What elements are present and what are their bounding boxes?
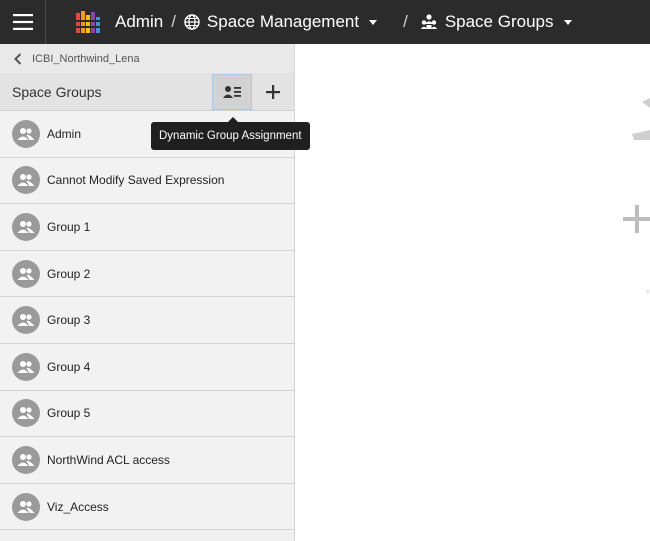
group-avatar-icon — [12, 119, 40, 148]
back-link-label: ICBI_Northwind_Lena — [32, 52, 140, 65]
tooltip-dynamic-group-assignment: Dynamic Group Assignment — [151, 117, 310, 150]
hamburger-menu-button[interactable] — [0, 0, 46, 44]
group-list-item[interactable]: Group 4 — [0, 343, 294, 391]
group-list-item[interactable]: Viz_Access — [0, 483, 294, 531]
space-groups-panel: ICBI_Northwind_Lena Space Groups Admin C… — [0, 44, 295, 541]
breadcrumb-space-management[interactable]: Space Management — [184, 12, 378, 32]
group-list-item[interactable]: Group 3 — [0, 297, 294, 344]
dynamic-assign-icon — [223, 85, 241, 98]
partial-decoration — [646, 290, 649, 293]
globe-icon — [184, 14, 200, 30]
group-avatar-icon — [12, 399, 40, 428]
breadcrumb-admin[interactable]: Admin — [115, 12, 163, 32]
group-avatar-icon — [12, 259, 40, 288]
back-to-space-link[interactable]: ICBI_Northwind_Lena — [0, 44, 294, 73]
panel-title: Space Groups — [12, 83, 102, 100]
tooltip-text: Dynamic Group Assignment — [159, 130, 302, 142]
group-list-item[interactable]: Group 1 — [0, 204, 294, 251]
breadcrumb-separator: / — [403, 12, 408, 31]
group-name: Group 4 — [47, 359, 91, 374]
dynamic-group-assignment-button[interactable] — [212, 73, 252, 110]
group-list-item[interactable]: Group 5 — [0, 390, 294, 438]
group-avatar-icon — [12, 306, 40, 335]
group-name: Group 3 — [47, 313, 91, 328]
group-avatar-icon — [12, 445, 40, 474]
chevron-down-icon — [369, 19, 378, 25]
plus-icon — [623, 205, 650, 233]
partial-illustration-icon — [632, 98, 650, 140]
group-list-item[interactable]: NorthWind ACL access — [0, 437, 294, 484]
panel-header: Space Groups — [0, 73, 294, 111]
group-list: Admin Cannot Modify Saved Expression Gro… — [0, 111, 294, 531]
group-name: Group 5 — [47, 406, 91, 421]
group-list-item[interactable]: Cannot Modify Saved Expression — [0, 157, 294, 205]
add-group-button[interactable] — [253, 74, 293, 110]
group-avatar-icon — [12, 492, 40, 521]
breadcrumb-admin-label: Admin — [115, 12, 164, 31]
breadcrumb-separator: / — [171, 12, 176, 31]
breadcrumb-space-groups-label: Space Groups — [444, 12, 554, 31]
group-list-item[interactable]: Group 2 — [0, 250, 294, 298]
group-avatar-icon — [12, 352, 40, 381]
group-name: Cannot Modify Saved Expression — [47, 173, 225, 188]
hamburger-icon — [12, 14, 33, 30]
chevron-left-icon — [14, 52, 22, 65]
group-name: Group 1 — [47, 219, 91, 234]
top-bar: Admin / Space Management / Space Groups — [0, 0, 650, 44]
group-name: Admin — [47, 126, 82, 141]
breadcrumb-space-management-label: Space Management — [206, 12, 360, 31]
plus-icon — [266, 84, 280, 99]
group-name: Group 2 — [47, 266, 91, 281]
group-people-icon — [420, 14, 438, 29]
group-avatar-icon — [12, 166, 40, 195]
group-avatar-icon — [12, 212, 40, 241]
group-name: Viz_Access — [47, 499, 109, 514]
chevron-down-icon — [563, 19, 572, 25]
app-logo-icon — [76, 11, 100, 33]
group-name: NorthWind ACL access — [47, 452, 170, 467]
breadcrumb-space-groups[interactable]: Space Groups — [420, 12, 572, 32]
